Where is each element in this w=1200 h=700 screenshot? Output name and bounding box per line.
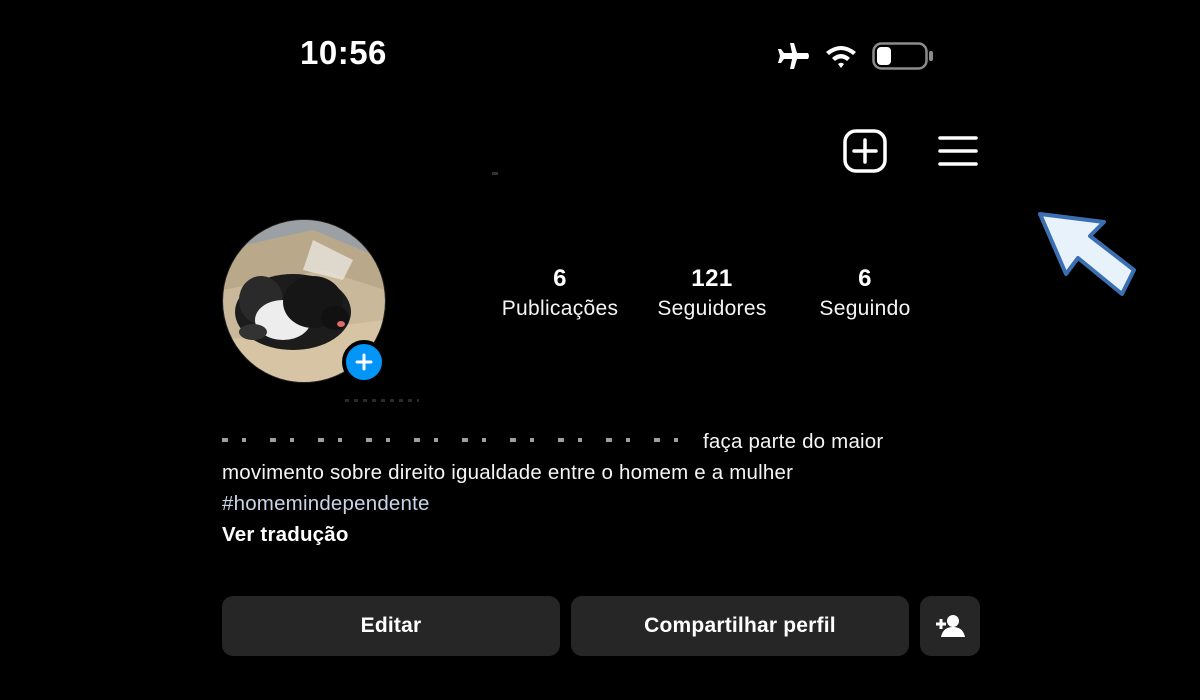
discover-people-button[interactable] (920, 596, 980, 656)
redacted-mark (345, 399, 419, 402)
wifi-icon (826, 46, 856, 68)
stat-label: Seguidores (657, 297, 767, 320)
profile-action-buttons: Editar Compartilhar perfil (222, 596, 980, 656)
stat-count: 6 (553, 265, 567, 292)
pointer-arrow-icon (1038, 212, 1136, 296)
share-profile-button[interactable]: Compartilhar perfil (571, 596, 909, 656)
header-actions (842, 128, 978, 174)
bio-line-text: movimento sobre direito igualdade entre … (222, 461, 794, 484)
stat-count: 6 (858, 265, 872, 292)
stat-followers[interactable]: 121 Seguidores (637, 264, 787, 324)
profile-screen: 10:56 6 Publicações 121 Seguidores 6 Seg… (0, 0, 1200, 700)
bio-hashtag-link[interactable]: #homemindependente (222, 488, 942, 519)
airplane-icon (778, 43, 809, 69)
profile-bio: faça parte do maior movimento sobre dire… (222, 426, 942, 550)
edit-profile-button[interactable]: Editar (222, 596, 560, 656)
add-story-button[interactable] (342, 340, 386, 384)
status-icons (776, 38, 934, 74)
stat-count: 121 (691, 265, 733, 292)
avatar-container[interactable] (222, 219, 386, 384)
redacted-mark (492, 172, 498, 175)
bio-line-text: faça parte do maior (703, 430, 884, 453)
add-person-icon (936, 615, 965, 637)
battery-icon (872, 42, 933, 70)
status-time: 10:56 (300, 34, 387, 71)
stat-label: Publicações (501, 297, 619, 320)
stat-posts[interactable]: 6 Publicações (485, 264, 635, 324)
stat-label: Seguindo (819, 297, 911, 320)
profile-stats: 6 Publicações 121 Seguidores 6 Seguindo (490, 264, 920, 334)
see-translation-link[interactable]: Ver tradução (222, 519, 942, 550)
bio-cropped-text (222, 434, 692, 442)
bio-line: faça parte do maior (222, 426, 942, 457)
stat-following[interactable]: 6 Seguindo (790, 264, 940, 324)
new-post-icon[interactable] (842, 128, 888, 174)
menu-icon[interactable] (938, 133, 978, 169)
plus-icon (355, 353, 373, 371)
